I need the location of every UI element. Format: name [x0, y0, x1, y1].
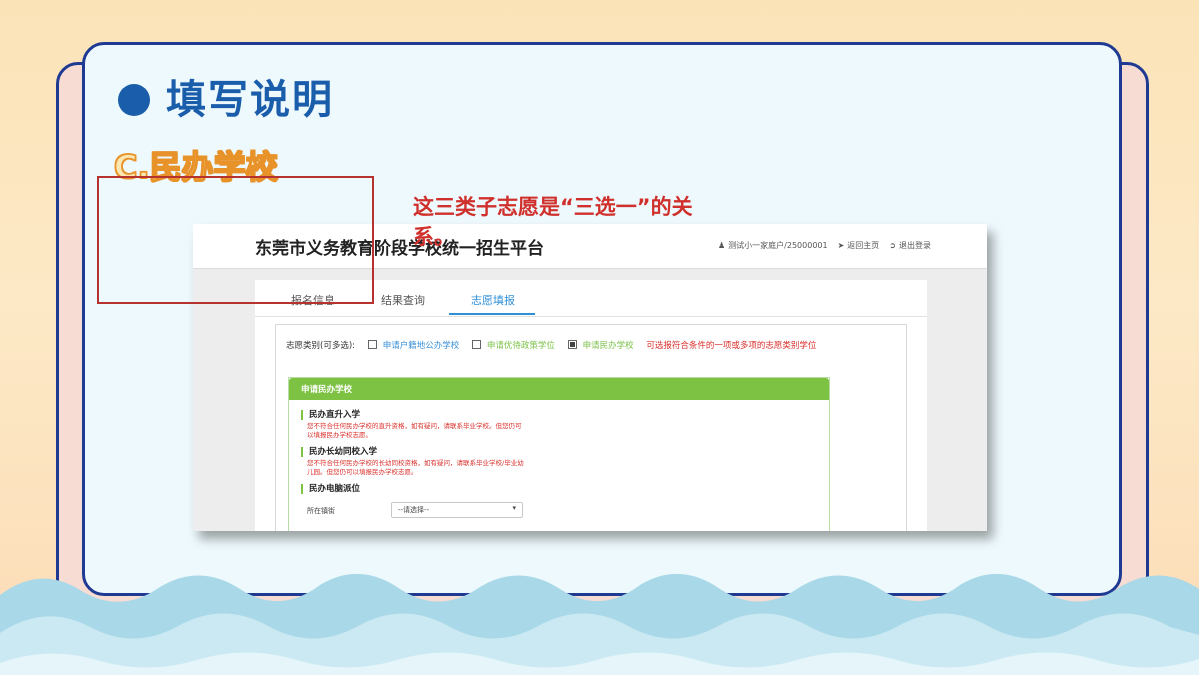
checkbox-public-school[interactable]: [367, 340, 377, 349]
option-public-school[interactable]: 申请户籍地公办学校: [383, 341, 460, 351]
district-select[interactable]: --请选择-- ▾: [391, 502, 523, 518]
annotation-text: 这三类子志愿是“三选一”的关系。: [413, 195, 693, 249]
district-label: 所在镇街: [307, 507, 335, 515]
active-tab-underline: [449, 313, 535, 315]
category-label: 志愿类别(可多选):: [286, 341, 355, 351]
checkbox-preferential-policy[interactable]: [471, 340, 481, 349]
section-computer-allocation: 民办电脑派位: [301, 484, 360, 494]
logout-icon: ➲: [889, 241, 896, 250]
chevron-down-icon: ▾: [512, 504, 516, 512]
slide-title: 填写说明: [166, 77, 334, 123]
section-sibling-admission: 民办长幼同校入学: [301, 447, 377, 457]
user-bar: ♟ 测试小一家庭户/25000001 ➤ 返回主页 ➲ 退出登录: [718, 240, 931, 251]
checkbox-private-school[interactable]: [567, 340, 577, 349]
note-direct-admission: 您不符合任何民办学校的直升资格，如有疑问，请联系毕业学校。但您仍可以填报民办学校…: [307, 422, 522, 439]
section-direct-admission: 民办直升入学: [301, 410, 360, 420]
user-icon: ♟: [718, 241, 726, 250]
tab-preference-filling[interactable]: 志愿填报: [471, 292, 515, 308]
section-header: 申请民办学校: [289, 378, 829, 400]
user-info[interactable]: ♟ 测试小一家庭户/25000001: [718, 240, 828, 251]
home-icon: ➤: [837, 241, 845, 250]
option-preferential-policy[interactable]: 申请优待政策学位: [487, 341, 555, 351]
tab-result-query[interactable]: 结果查询: [381, 292, 425, 308]
category-row: 志愿类别(可多选): 申请户籍地公办学校 申请优待政策学位 申请民办学校 可选报…: [286, 339, 816, 351]
title-bullet-icon: [118, 84, 150, 116]
logout-link[interactable]: ➲ 退出登录: [889, 240, 931, 251]
private-school-section: 申请民办学校 民办直升入学 您不符合任何民办学校的直升资格，如有疑问，请联系毕业…: [288, 377, 830, 531]
option-private-school[interactable]: 申请民办学校: [583, 341, 634, 351]
highlight-frame: [97, 176, 374, 304]
main-panel: 报名信息 结果查询 志愿填报 志愿类别(可多选): 申请户籍地公办学校 申请优待…: [255, 280, 927, 531]
wave-decoration: [0, 573, 1199, 675]
home-link[interactable]: ➤ 返回主页: [838, 240, 880, 251]
preference-form: 志愿类别(可多选): 申请户籍地公办学校 申请优待政策学位 申请民办学校 可选报…: [275, 324, 907, 531]
note-sibling-admission: 您不符合任何民办学校的长幼同校资格，如有疑问，请联系毕业学校/毕业幼儿园。但您仍…: [307, 459, 524, 476]
category-hint: 可选报符合条件的一项或多项的志愿类别学位: [646, 341, 817, 351]
